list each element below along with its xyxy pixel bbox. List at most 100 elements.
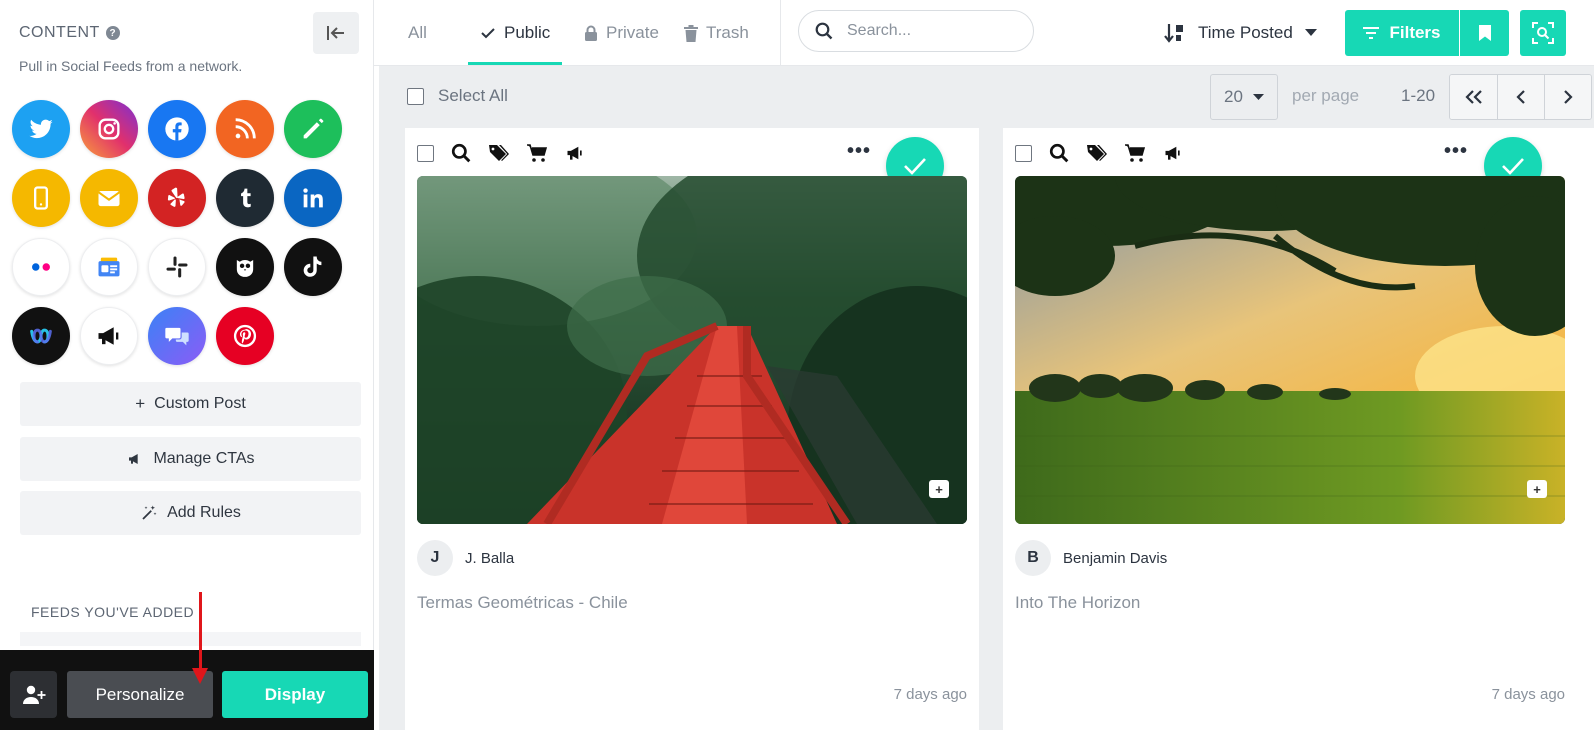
author-name: J. Balla: [465, 549, 515, 567]
display-button[interactable]: Display: [222, 671, 368, 718]
flickr-button[interactable]: [12, 238, 70, 296]
google-news-button[interactable]: [80, 238, 138, 296]
zoom-button[interactable]: [450, 142, 472, 164]
tag-button[interactable]: [1086, 142, 1108, 164]
tag-button[interactable]: [488, 142, 510, 164]
email-button[interactable]: [80, 169, 138, 227]
plus-icon: +: [135, 394, 146, 413]
tab-all-label: All: [408, 23, 427, 42]
post-image[interactable]: +: [1015, 176, 1565, 524]
owl-icon: [236, 260, 254, 277]
search-icon: [815, 22, 833, 40]
bookmark-icon: [1478, 25, 1491, 41]
post-card: •••: [405, 128, 979, 730]
add-user-icon: [22, 685, 45, 704]
rss-button[interactable]: [216, 100, 274, 158]
rss-icon: [235, 118, 256, 139]
megaphone-icon: [567, 146, 582, 160]
slack-button[interactable]: [148, 238, 206, 296]
cta-button[interactable]: [1162, 142, 1184, 164]
search-box[interactable]: [798, 10, 1034, 52]
cart-icon: [527, 144, 548, 162]
chevron-left-icon: [1516, 90, 1525, 104]
tab-all[interactable]: All: [408, 0, 427, 66]
collapse-sidebar-button[interactable]: [313, 12, 359, 54]
next-page-button[interactable]: [1544, 75, 1591, 119]
prev-page-button[interactable]: [1497, 75, 1544, 119]
lock-icon: [585, 25, 597, 41]
custom-edit-button[interactable]: [284, 100, 342, 158]
mobile-icon: [34, 186, 48, 210]
shop-button[interactable]: [1124, 142, 1146, 164]
hootsuite-button[interactable]: [216, 238, 274, 296]
filters-label: Filters: [1389, 23, 1441, 42]
chat-icon: [165, 327, 189, 346]
first-page-button[interactable]: [1450, 75, 1497, 119]
twitter-button[interactable]: [12, 100, 70, 158]
post-toolbar: [417, 142, 586, 164]
post-image[interactable]: +: [417, 176, 967, 524]
post-title: Termas Geométricas - Chile: [417, 593, 628, 612]
check-icon: [1502, 158, 1524, 175]
zoom-button[interactable]: [1048, 142, 1070, 164]
comment-add-icon[interactable]: +: [929, 480, 949, 498]
post-select-checkbox[interactable]: [417, 144, 434, 162]
add-rules-button[interactable]: Add Rules: [20, 491, 361, 535]
manage-ctas-button[interactable]: Manage CTAs: [20, 437, 361, 481]
tab-public[interactable]: Public: [467, 0, 563, 66]
post-card: •••: [1003, 128, 1594, 730]
facebook-button[interactable]: [148, 100, 206, 158]
page-range: 1-20: [1401, 86, 1436, 105]
avatar: B: [1015, 540, 1051, 576]
tiktok-button[interactable]: [284, 238, 342, 296]
more-options-icon[interactable]: •••: [847, 140, 871, 163]
megaphone-icon: [129, 454, 139, 464]
pinterest-button[interactable]: [216, 307, 274, 365]
search-input[interactable]: [847, 22, 1007, 40]
tab-trash[interactable]: Trash: [684, 0, 749, 66]
megaphone-button[interactable]: [80, 307, 138, 365]
per-page-select[interactable]: 20: [1210, 74, 1278, 120]
custom-post-button[interactable]: + Custom Post: [20, 382, 361, 426]
comment-add-icon[interactable]: +: [1527, 480, 1547, 498]
more-options-icon[interactable]: •••: [1444, 140, 1468, 163]
sidebar: CONTENT ? Pull in Social Feeds from a ne…: [0, 0, 374, 730]
select-all-checkbox[interactable]: [407, 87, 424, 105]
post-select-checkbox[interactable]: [1015, 144, 1032, 162]
per-page-label: per page: [1292, 86, 1360, 105]
topbar-divider: [780, 0, 781, 66]
sort-dropdown[interactable]: Time Posted: [1164, 0, 1317, 66]
feeds-added-heading: FEEDS YOU'VE ADDED: [31, 604, 195, 620]
add-rules-label: Add Rules: [167, 504, 241, 521]
filters-button[interactable]: Filters: [1345, 10, 1459, 56]
chat-button[interactable]: [148, 307, 206, 365]
visual-search-button[interactable]: [1520, 10, 1566, 56]
per-page-value: 20: [1224, 87, 1243, 106]
slack-icon: [166, 256, 188, 278]
tab-private[interactable]: Private: [584, 0, 659, 66]
pinterest-icon: [233, 324, 257, 348]
add-user-button[interactable]: [10, 671, 57, 718]
tab-private-label: Private: [606, 23, 659, 42]
shop-button[interactable]: [526, 142, 548, 164]
webex-icon: [30, 328, 52, 344]
post-timestamp: 7 days ago: [1491, 686, 1565, 703]
tumblr-button[interactable]: [216, 169, 274, 227]
cta-button[interactable]: [564, 142, 586, 164]
select-all-control[interactable]: Select All: [407, 86, 508, 106]
collapse-left-icon: [327, 26, 344, 40]
mobile-button[interactable]: [12, 169, 70, 227]
help-icon[interactable]: ?: [105, 26, 120, 40]
bookmark-button[interactable]: [1460, 10, 1509, 56]
avatar: J: [417, 540, 453, 576]
yelp-icon: [167, 187, 185, 207]
instagram-button[interactable]: [80, 100, 138, 158]
feeds-list: [20, 632, 361, 646]
scan-search-icon: [1532, 22, 1554, 44]
yelp-button[interactable]: [148, 169, 206, 227]
webex-button[interactable]: [12, 307, 70, 365]
linkedin-button[interactable]: [284, 169, 342, 227]
instagram-icon: [98, 118, 120, 140]
caret-down-icon: [1304, 29, 1317, 36]
linkedin-icon: [303, 188, 323, 208]
